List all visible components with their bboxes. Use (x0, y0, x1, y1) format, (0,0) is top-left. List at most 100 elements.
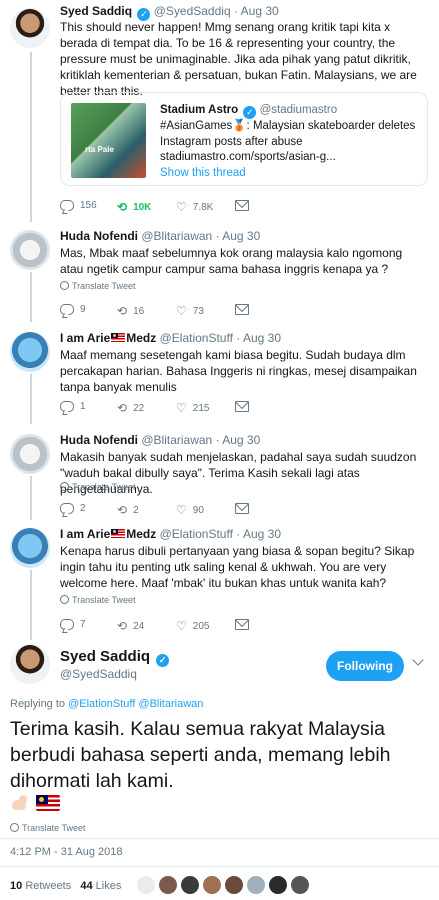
retweet-button[interactable]: ⟲ 16 (117, 304, 144, 318)
tweet-date[interactable]: Aug 30 (222, 229, 260, 243)
author-name-part[interactable]: I am Arie (60, 331, 110, 345)
author-name[interactable]: Huda Nofendi (60, 229, 138, 243)
main-author-name[interactable]: Syed Saddiq ✓ (60, 648, 170, 667)
tweet-reply-2[interactable]: I am Arie Medz @ElationStuff · Aug 30 Maa… (0, 326, 439, 426)
tweet-date[interactable]: Aug 30 (243, 527, 281, 541)
dm-button[interactable] (235, 619, 249, 630)
retweet-icon: ⟲ (117, 503, 128, 517)
malaysia-flag-icon (111, 333, 126, 342)
translate-tweet-link[interactable]: Translate Tweet (60, 281, 136, 291)
tweet-reply-4[interactable]: I am Arie Medz @ElationStuff · Aug 30 Ken… (0, 522, 439, 638)
author-name[interactable]: Huda Nofendi (60, 433, 138, 447)
main-avatar[interactable] (10, 644, 50, 684)
dm-icon (235, 401, 249, 412)
dm-button[interactable] (235, 401, 249, 412)
tweet-actions: 2 ⟲ 2 ♡ 90 (60, 503, 280, 519)
like-button[interactable]: ♡ 205 (176, 619, 209, 633)
tweet-text: Kenapa harus dibuli pertanyaan yang bias… (60, 544, 415, 590)
like-button[interactable]: ♡ 73 (176, 304, 204, 318)
liker-avatar[interactable] (224, 875, 244, 895)
author-handle[interactable]: @ElationStuff (160, 527, 233, 541)
liker-avatar[interactable] (158, 875, 178, 895)
tweet-reply-1[interactable]: Huda Nofendi @Blitariawan · Aug 30 Mas, … (0, 224, 439, 324)
tweet-date[interactable]: Aug 30 (222, 433, 260, 447)
translate-tweet-link[interactable]: Translate Tweet (60, 595, 136, 605)
retweet-icon: ⟲ (117, 304, 128, 318)
like-button[interactable]: ♡ 7.8K (176, 200, 213, 214)
retweet-button[interactable]: ⟲ 10K (117, 200, 151, 214)
engagement-stats: 10 Retweets 44 Likes (10, 880, 121, 892)
globe-icon (60, 482, 69, 491)
tweet-date[interactable]: Aug 30 (243, 331, 281, 345)
liker-avatar[interactable] (136, 875, 156, 895)
following-button[interactable]: Following (326, 651, 404, 681)
avatar[interactable] (10, 332, 50, 372)
retweets-stat[interactable]: 10 Retweets (10, 880, 71, 892)
reply-button[interactable]: 7 (60, 619, 86, 630)
show-thread-link[interactable]: Show this thread (160, 167, 246, 179)
main-author-handle[interactable]: @SyedSaddiq (60, 667, 137, 681)
liker-avatars (136, 875, 310, 895)
like-button[interactable]: ♡ 215 (176, 401, 209, 415)
like-button[interactable]: ♡ 90 (176, 503, 204, 517)
reply-button[interactable]: 9 (60, 304, 86, 315)
author-handle[interactable]: @Blitariawan (141, 229, 212, 243)
retweet-icon: ⟲ (117, 619, 128, 633)
divider (0, 866, 439, 867)
reply-button[interactable]: 2 (60, 503, 86, 514)
mention-elationstuff[interactable]: @ElationStuff (68, 698, 135, 710)
dm-button[interactable] (235, 200, 249, 211)
reply-button[interactable]: 1 (60, 401, 86, 412)
malaysia-flag-icon (36, 795, 60, 811)
retweet-button[interactable]: ⟲ 24 (117, 619, 144, 633)
mention-blitariawan[interactable]: @Blitariawan (138, 698, 203, 710)
liker-avatar[interactable] (268, 875, 288, 895)
tweet-header: Huda Nofendi @Blitariawan · Aug 30 (60, 229, 261, 243)
avatar[interactable] (10, 230, 50, 270)
liker-avatar[interactable] (202, 875, 222, 895)
card-link: stadiumastro.com/sports/asian-g... (160, 151, 336, 163)
like-icon: ♡ (176, 304, 187, 318)
dm-icon (235, 503, 249, 514)
tweet-text: Maaf memang sesetengah kami biasa begitu… (60, 348, 417, 394)
translate-tweet-link[interactable]: Translate Tweet (60, 482, 136, 492)
author-handle[interactable]: @ElationStuff (160, 331, 233, 345)
author-name-part[interactable]: I am Arie (60, 527, 110, 541)
tweet-text: This should never happen! Mmg senang ora… (60, 20, 417, 98)
tweet-date[interactable]: Aug 30 (241, 4, 279, 18)
dm-button[interactable] (235, 503, 249, 514)
author-name-part[interactable]: Medz (126, 331, 156, 345)
retweet-button[interactable]: ⟲ 22 (117, 401, 144, 415)
reply-button[interactable]: 156 (60, 200, 97, 211)
avatar[interactable] (10, 8, 50, 48)
reply-icon (60, 503, 74, 514)
retweet-icon: ⟲ (117, 401, 128, 415)
liker-avatar[interactable] (290, 875, 310, 895)
globe-icon (60, 595, 69, 604)
author-name[interactable]: Syed Saddiq (60, 4, 132, 18)
author-handle[interactable]: @SyedSaddiq (154, 4, 231, 18)
translate-tweet-link[interactable]: Translate Tweet (10, 823, 86, 833)
dm-button[interactable] (235, 304, 249, 315)
tweet-timestamp[interactable]: 4:12 PM - 31 Aug 2018 (10, 846, 123, 858)
globe-icon (60, 281, 69, 290)
card-text: #AsianGames🥉: Malaysian skateboarder del… (160, 120, 416, 148)
tweet-reply-3[interactable]: Huda Nofendi @Blitariawan · Aug 30 Makas… (0, 428, 439, 520)
tweet-syed-aug30[interactable]: Syed Saddiq ✓ @SyedSaddiq · Aug 30 This … (0, 0, 439, 222)
liker-avatar[interactable] (246, 875, 266, 895)
chevron-down-icon[interactable] (412, 654, 424, 666)
liker-avatar[interactable] (180, 875, 200, 895)
replying-to: Replying to @ElationStuff @Blitariawan (10, 698, 204, 710)
quoted-card[interactable]: rta Pale Stadium Astro ✓ @stadiumastro #… (60, 92, 428, 186)
verified-badge-icon: ✓ (156, 654, 170, 667)
dm-icon (235, 619, 249, 630)
verified-badge-icon: ✓ (243, 106, 257, 119)
author-handle[interactable]: @Blitariawan (141, 433, 212, 447)
retweet-button[interactable]: ⟲ 2 (117, 503, 139, 517)
avatar[interactable] (10, 434, 50, 474)
likes-stat[interactable]: 44 Likes (80, 880, 121, 892)
author-name-part[interactable]: Medz (126, 527, 156, 541)
avatar[interactable] (10, 528, 50, 568)
tweet-actions: 9 ⟲ 16 ♡ 73 (60, 304, 280, 320)
card-author-handle: @stadiumastro (259, 104, 338, 116)
